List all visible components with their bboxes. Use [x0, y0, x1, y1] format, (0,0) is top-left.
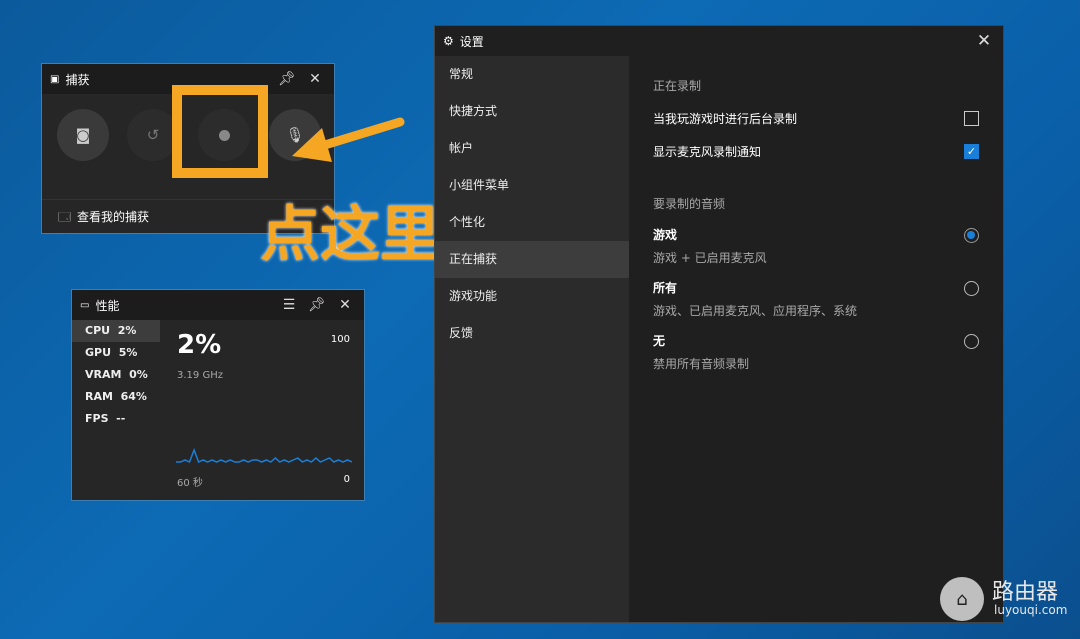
audio-option-0[interactable]: 游戏游戏 + 已启用麦克风 [653, 226, 979, 266]
section-audio-heading: 要录制的音频 [653, 197, 726, 211]
nav-item-4[interactable]: 个性化 [435, 204, 629, 241]
screenshot-button[interactable]: ◙ [57, 109, 109, 161]
gallery-icon: 🗔 [58, 210, 72, 224]
stat-value: -- [116, 412, 126, 425]
stat-label: FPS [85, 412, 109, 425]
nav-item-7[interactable]: 反馈 [435, 315, 629, 352]
view-captures-link[interactable]: 🗔 查看我的捕获 [58, 208, 149, 229]
mic-notify-row[interactable]: 显示麦克风录制通知 ✓ [653, 143, 979, 160]
stat-fps[interactable]: FPS -- [72, 408, 160, 430]
nav-item-0[interactable]: 常规 [435, 56, 629, 93]
performance-title: 性能 [95, 298, 120, 313]
cpu-frequency: 3.19 GHz [177, 370, 223, 381]
watermark-url: luyouqi.com [994, 603, 1068, 617]
audio-option-1[interactable]: 所有游戏、已启用麦克风、应用程序、系统 [653, 279, 979, 319]
record-last-icon: ↺ [146, 126, 160, 144]
close-icon[interactable]: ✕ [334, 294, 356, 316]
settings-titlebar: ⚙ 设置 ✕ [435, 26, 1003, 56]
stat-vram[interactable]: VRAM 0% [72, 364, 160, 386]
audio-option-title: 所有 [653, 281, 678, 295]
cpu-graph-line [176, 447, 352, 464]
stat-label: VRAM [85, 368, 122, 381]
nav-item-3[interactable]: 小组件菜单 [435, 167, 629, 204]
audio-option-radio[interactable] [964, 281, 979, 296]
stat-value: 0% [129, 368, 148, 381]
audio-option-title: 游戏 [653, 228, 678, 242]
camera-icon: ◙ [75, 126, 91, 144]
audio-option-desc: 游戏、已启用麦克风、应用程序、系统 [653, 304, 858, 318]
nav-item-1[interactable]: 快捷方式 [435, 93, 629, 130]
stat-value: 5% [118, 346, 138, 359]
settings-window: ⚙ 设置 ✕ 常规 快捷方式 帐户 小组件菜单 个性化 正在捕获 游戏功能 反馈 正在录制 当… [434, 25, 1004, 623]
highlight-box [172, 85, 268, 178]
graph-duration: 60 秒 [177, 478, 203, 489]
gear-icon: ⚙ [443, 34, 454, 48]
watermark-title: 路由器 [992, 580, 1059, 605]
close-icon[interactable]: ✕ [973, 30, 995, 52]
annotation-text: 点这里 [260, 200, 440, 270]
annotation-arrow [292, 117, 405, 162]
router-logo-icon: ⌂ [940, 577, 984, 621]
settings-nav: 常规 快捷方式 帐户 小组件菜单 个性化 正在捕获 游戏功能 反馈 [435, 56, 629, 622]
view-captures-label: 查看我的捕获 [77, 210, 150, 224]
capture-icon: ▣ [50, 73, 60, 85]
nav-item-2[interactable]: 帐户 [435, 130, 629, 167]
nav-item-5[interactable]: 正在捕获 [435, 241, 629, 278]
pin-icon[interactable]: 📌︎ [306, 294, 328, 316]
monitor-icon: ▭ [80, 299, 90, 311]
settings-content: 正在录制 当我玩游戏时进行后台录制 显示麦克风录制通知 ✓ 要录制的音频 游戏 游戏… [653, 56, 979, 622]
pin-icon[interactable]: 📌︎ [276, 68, 298, 90]
stat-ram[interactable]: RAM 64% [72, 386, 160, 408]
audio-option-2[interactable]: 无禁用所有音频录制 [653, 332, 979, 372]
mic-notify-label: 显示麦克风录制通知 [653, 145, 762, 159]
performance-widget: ▭ 性能 ☰ 📌︎ ✕ CPU 2% GPU 5% VRAM 0% RAM 64% FP… [71, 289, 365, 501]
stat-value: 2% [117, 324, 137, 337]
audio-option-desc: 游戏 + 已启用麦克风 [653, 251, 767, 265]
stat-cpu[interactable]: CPU 2% [72, 320, 160, 342]
audio-option-desc: 禁用所有音频录制 [653, 357, 750, 371]
bg-recording-row[interactable]: 当我玩游戏时进行后台录制 [653, 110, 979, 127]
close-icon[interactable]: ✕ [304, 68, 326, 90]
section-recording-heading: 正在录制 [653, 79, 702, 93]
performance-titlebar: ▭ 性能 ☰ 📌︎ ✕ [72, 290, 364, 320]
bg-recording-checkbox[interactable] [964, 111, 979, 126]
stat-gpu[interactable]: GPU 5% [72, 342, 160, 364]
cpu-big-value: 2% [177, 330, 222, 360]
graph-max: 100 [330, 334, 350, 345]
audio-option-title: 无 [653, 334, 666, 348]
bg-recording-label: 当我玩游戏时进行后台录制 [653, 112, 798, 126]
options-icon[interactable]: ☰ [278, 294, 300, 316]
graph-min: 0 [343, 474, 350, 485]
settings-title: 设置 [459, 34, 484, 49]
stat-label: RAM [85, 390, 113, 403]
mic-notify-checkbox[interactable]: ✓ [964, 144, 979, 159]
audio-option-radio[interactable] [964, 228, 979, 243]
stat-value: 64% [120, 390, 147, 403]
nav-item-6[interactable]: 游戏功能 [435, 278, 629, 315]
capture-title: 捕获 [65, 72, 90, 87]
stat-label: CPU [85, 324, 111, 337]
stat-label: GPU [85, 346, 112, 359]
audio-option-radio[interactable] [964, 334, 979, 349]
cpu-graph [176, 447, 352, 464]
